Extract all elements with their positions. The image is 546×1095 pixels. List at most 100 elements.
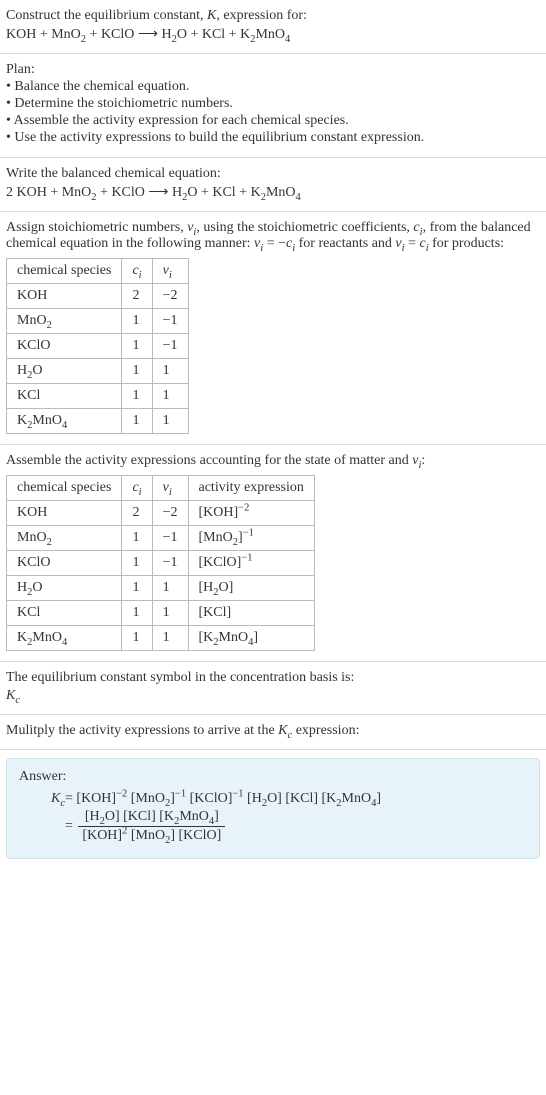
act: [KClO] xyxy=(199,555,242,570)
cell-species: KCl xyxy=(7,601,122,626)
kc-fraction-form: = [H2O] [KCl] [K2MnO4] [KOH]2 [MnO2] [KC… xyxy=(65,809,381,844)
cell-c: 2 xyxy=(122,284,152,309)
sub: c xyxy=(15,695,20,706)
kc-expression: Kc = [KOH]−2 [MnO2]−1 [KClO]−1 [H2O] [KC… xyxy=(19,791,527,844)
table-header-row: chemical species ci νi activity expressi… xyxy=(7,476,315,501)
balanced-header: Write the balanced chemical equation: xyxy=(6,166,540,182)
cell-n: 1 xyxy=(152,384,188,409)
plan-bullet: • Assemble the activity expression for e… xyxy=(6,113,540,129)
assemble-text: Assemble the activity expressions accoun… xyxy=(6,453,540,469)
cell-activity: [K2MnO4] xyxy=(188,626,314,651)
text: = xyxy=(405,236,420,251)
cell-activity: [H2O] xyxy=(188,576,314,601)
plan-bullet: • Determine the stoichiometric numbers. xyxy=(6,96,540,112)
text: O] [KCl] [K xyxy=(105,809,174,824)
multiply-section: Mulitply the activity expressions to arr… xyxy=(0,715,546,750)
sup: −1 xyxy=(243,527,254,538)
act: MnO xyxy=(219,630,249,645)
eq-part: KOH + MnO xyxy=(6,27,81,42)
sub: 2 xyxy=(47,320,52,331)
table-row: KClO 1 −1 xyxy=(7,334,189,359)
text: expression: xyxy=(292,723,359,738)
balanced-equation: 2 KOH + MnO2 + KClO ⟶ H2O + KCl + K2MnO4 xyxy=(6,184,540,201)
table-row: H2O 1 1 [H2O] xyxy=(7,576,315,601)
sp: KClO xyxy=(17,555,50,570)
col-ci: ci xyxy=(122,259,152,284)
table-row: KCl 1 1 [KCl] xyxy=(7,601,315,626)
kc-rhs: = [KOH]−2 [MnO2]−1 [KClO]−1 [H2O] [KCl] … xyxy=(65,791,381,844)
table-row: KOH 2 −2 [KOH]−2 xyxy=(7,501,315,526)
cell-activity: [MnO2]−1 xyxy=(188,526,314,551)
text: [H xyxy=(85,809,100,824)
sub: i xyxy=(139,270,142,281)
text: ] xyxy=(214,809,219,824)
fraction: [H2O] [KCl] [K2MnO4] [KOH]2 [MnO2] [KClO… xyxy=(78,809,225,844)
table-row: K2MnO4 1 1 [K2MnO4] xyxy=(7,626,315,651)
text: = [KOH] xyxy=(65,791,116,806)
text: for products: xyxy=(429,236,504,251)
col-nui: νi xyxy=(152,259,188,284)
sp: KOH xyxy=(17,288,47,303)
cell-activity: [KOH]−2 xyxy=(188,501,314,526)
text: [MnO xyxy=(127,828,165,843)
cell-activity: [KClO]−1 xyxy=(188,551,314,576)
cell-species: K2MnO4 xyxy=(7,409,122,434)
intro-section: Construct the equilibrium constant, K, e… xyxy=(0,0,546,54)
balanced-section: Write the balanced chemical equation: 2 … xyxy=(0,158,546,212)
table-row: KClO 1 −1 [KClO]−1 xyxy=(7,551,315,576)
plan-section: Plan: • Balance the chemical equation. •… xyxy=(0,54,546,158)
cell-n: −2 xyxy=(152,501,188,526)
sp: H xyxy=(17,363,27,378)
cell-c: 1 xyxy=(122,409,152,434)
cell-n: −1 xyxy=(152,309,188,334)
sup: −2 xyxy=(238,502,249,513)
cell-c: 1 xyxy=(122,309,152,334)
intro-line: Construct the equilibrium constant, K, e… xyxy=(6,8,540,24)
eq-part: MnO xyxy=(266,185,296,200)
text: : xyxy=(421,453,425,468)
cell-n: 1 xyxy=(152,359,188,384)
sp: O xyxy=(32,580,42,595)
sp: KCl xyxy=(17,388,40,403)
cell-c: 1 xyxy=(122,576,152,601)
K-symbol: K xyxy=(278,723,287,738)
sub: i xyxy=(169,270,172,281)
cell-species: KClO xyxy=(7,551,122,576)
cell-species: H2O xyxy=(7,576,122,601)
K-symbol: K xyxy=(207,8,216,23)
text: [H xyxy=(244,791,262,806)
multiply-text: Mulitply the activity expressions to arr… xyxy=(6,723,540,739)
cell-species: H2O xyxy=(7,359,122,384)
act: [KOH] xyxy=(199,505,239,520)
cell-species: KOH xyxy=(7,501,122,526)
cell-c: 1 xyxy=(122,384,152,409)
symbol-text: The equilibrium constant symbol in the c… xyxy=(6,670,540,686)
text: ] xyxy=(376,791,381,806)
sub: 4 xyxy=(62,420,67,431)
cell-species: K2MnO4 xyxy=(7,626,122,651)
sp: MnO xyxy=(32,630,62,645)
act: [H xyxy=(199,580,214,595)
sp: MnO xyxy=(17,530,47,545)
table-row: MnO2 1 −1 [MnO2]−1 xyxy=(7,526,315,551)
table-row: MnO2 1 −1 xyxy=(7,309,189,334)
text: ] [KClO] xyxy=(170,828,221,843)
sub: 4 xyxy=(62,637,67,648)
col-nui: νi xyxy=(152,476,188,501)
answer-label: Answer: xyxy=(19,769,527,785)
act: [K xyxy=(199,630,214,645)
sub: i xyxy=(139,487,142,498)
eq-part: MnO xyxy=(255,27,285,42)
sp: H xyxy=(17,580,27,595)
K-symbol: K xyxy=(6,688,15,703)
kc-symbol: Kc xyxy=(6,688,540,704)
cell-n: −1 xyxy=(152,551,188,576)
sub: 4 xyxy=(285,34,290,45)
table-row: KCl 1 1 xyxy=(7,384,189,409)
col-species: chemical species xyxy=(7,476,122,501)
cell-species: KOH xyxy=(7,284,122,309)
cell-n: 1 xyxy=(152,409,188,434)
text: Assemble the activity expressions accoun… xyxy=(6,453,412,468)
table-row: K2MnO4 1 1 xyxy=(7,409,189,434)
unbalanced-equation: KOH + MnO2 + KClO ⟶ H2O + KCl + K2MnO4 xyxy=(6,26,540,43)
